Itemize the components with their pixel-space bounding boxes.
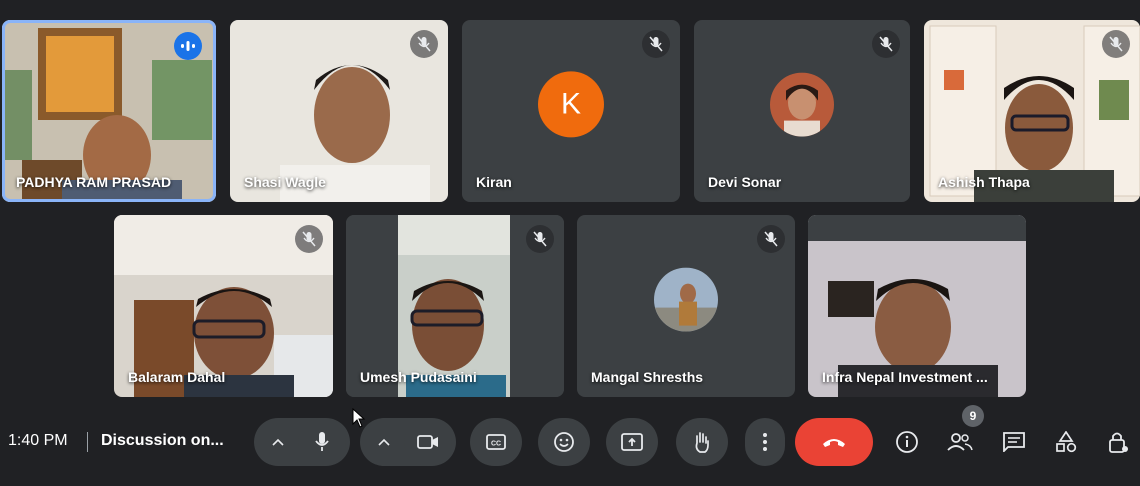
muted-mic-icon <box>757 225 785 253</box>
end-call-icon <box>823 439 845 447</box>
chat-icon <box>1003 432 1025 452</box>
raise-hand-button[interactable] <box>676 418 728 466</box>
microphone-icon <box>315 432 329 451</box>
divider <box>87 432 88 452</box>
avatar <box>770 72 834 137</box>
emoji-reactions-button[interactable] <box>538 418 590 466</box>
avatar <box>654 267 718 332</box>
participant-tile-ashish[interactable]: Ashish Thapa <box>924 20 1140 202</box>
avatar-initial: K <box>560 87 581 121</box>
participant-name: Infra Nepal Investment ... <box>822 369 988 385</box>
captions-icon: CC <box>486 434 506 450</box>
host-controls-button[interactable] <box>1098 418 1138 466</box>
muted-mic-icon <box>526 225 554 253</box>
participant-tile-umesh[interactable]: Umesh Pudasaini <box>346 215 564 397</box>
meeting-toolbar: 1:40 PM Discussion on... CC 9 <box>0 405 1140 474</box>
participant-name: Kiran <box>476 174 512 190</box>
meeting-title[interactable]: Discussion on... <box>101 432 224 450</box>
raise-hand-icon <box>695 432 709 453</box>
chat-button[interactable] <box>994 418 1034 466</box>
avatar: K <box>538 71 604 138</box>
chevron-up-icon <box>378 438 390 446</box>
video-options-button[interactable] <box>364 418 404 466</box>
audio-options-button[interactable] <box>258 418 298 466</box>
participant-name: Shasi Wagle <box>244 174 326 190</box>
clock: 1:40 PM <box>8 432 68 449</box>
speaking-indicator-icon <box>174 32 202 60</box>
participant-name: Devi Sonar <box>708 174 782 190</box>
microphone-button[interactable] <box>298 418 346 466</box>
participant-tile-kiran[interactable]: K Kiran <box>462 20 680 202</box>
svg-text:CC: CC <box>491 441 501 448</box>
activities-button[interactable] <box>1046 418 1086 466</box>
more-vert-icon <box>763 433 767 451</box>
participant-tile-padhya[interactable]: PADHYA RAM PRASAD <box>2 20 216 202</box>
muted-mic-icon <box>872 30 900 58</box>
people-icon <box>947 433 973 451</box>
leave-call-button[interactable] <box>795 418 873 466</box>
participant-name: Ashish Thapa <box>938 174 1030 190</box>
participant-name: Umesh Pudasaini <box>360 369 477 385</box>
meeting-details-button[interactable] <box>887 418 927 466</box>
participant-tile-mangal[interactable]: Mangal Shresths <box>577 215 795 397</box>
activities-icon <box>1056 431 1077 453</box>
host-controls-icon <box>1109 432 1128 453</box>
participant-name: Balaram Dahal <box>128 369 226 385</box>
muted-mic-icon <box>410 30 438 58</box>
emoji-icon <box>554 432 574 452</box>
muted-mic-icon <box>642 30 670 58</box>
participant-tile-devi[interactable]: Devi Sonar <box>694 20 910 202</box>
chevron-up-icon <box>272 438 284 446</box>
mouse-cursor-icon <box>352 408 366 428</box>
info-icon <box>896 431 918 453</box>
present-icon <box>621 433 643 451</box>
participant-name: PADHYA RAM PRASAD <box>16 174 172 190</box>
muted-mic-icon <box>1102 30 1130 58</box>
people-count-badge: 9 <box>962 405 984 427</box>
participant-tile-shasi[interactable]: Shasi Wagle <box>230 20 448 202</box>
present-screen-button[interactable] <box>606 418 658 466</box>
more-options-button[interactable] <box>745 418 785 466</box>
participant-tile-infra-nepal[interactable]: Infra Nepal Investment ... <box>808 215 1026 397</box>
captions-button[interactable]: CC <box>470 418 522 466</box>
participant-name: Mangal Shresths <box>591 369 704 385</box>
camera-button[interactable] <box>404 418 452 466</box>
muted-mic-icon <box>295 225 323 253</box>
camera-icon <box>417 435 438 449</box>
participant-tile-balaram[interactable]: Balaram Dahal <box>114 215 333 397</box>
